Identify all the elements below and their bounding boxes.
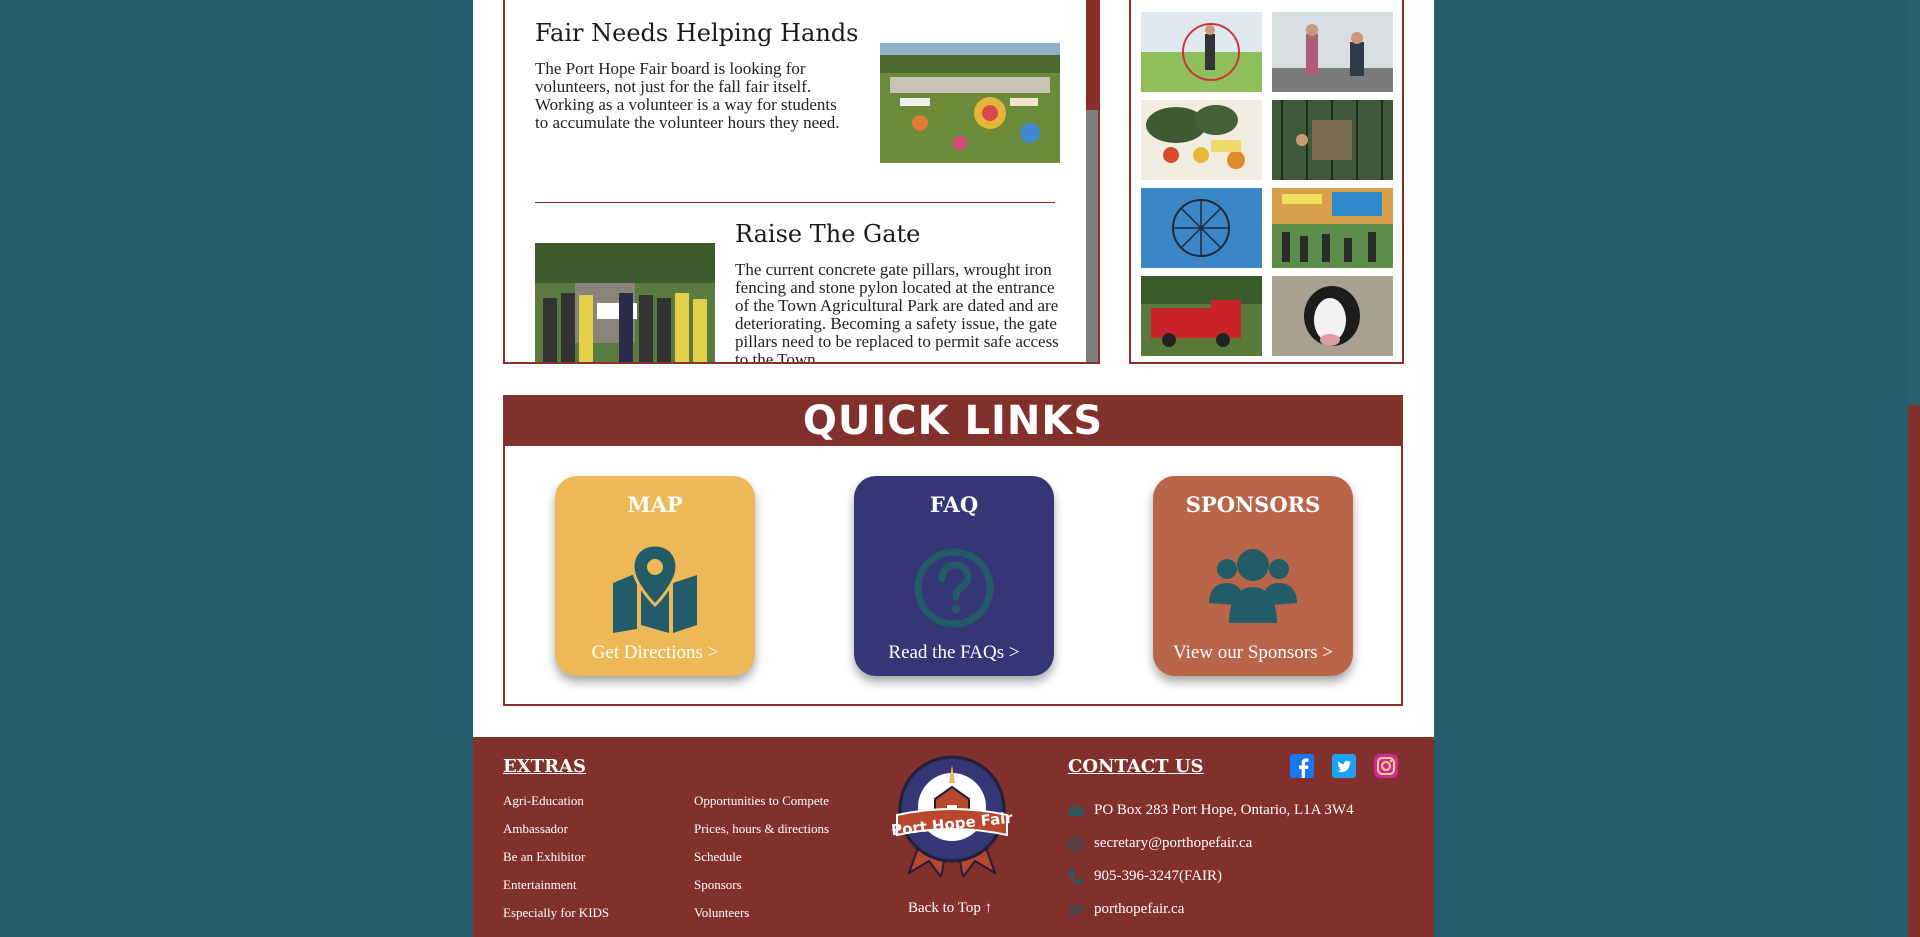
- news-panel: Fair Needs Helping Hands The Port Hope F…: [503, 0, 1100, 364]
- gallery-thumb-band[interactable]: [1272, 12, 1393, 92]
- map-card[interactable]: MAP Get Directions >: [555, 476, 755, 676]
- sponsors-card-title: SPONSORS: [1185, 492, 1321, 517]
- gallery-thumb-cow[interactable]: [1272, 276, 1393, 356]
- facebook-icon[interactable]: [1290, 754, 1314, 778]
- fairground-aerial-photo[interactable]: [880, 43, 1060, 163]
- contact-phone-text[interactable]: 905-396-3247(FAIR): [1094, 868, 1222, 885]
- article-body: The Port Hope Fair board is looking for …: [535, 59, 840, 132]
- article-divider: [535, 202, 1055, 203]
- get-directions-link[interactable]: Get Directions >: [555, 642, 755, 664]
- quick-links-section: QUICK LINKS MAP Get Directions > FAQ Rea…: [503, 395, 1403, 706]
- article-body: The current concrete gate pillars, wroug…: [735, 260, 1059, 364]
- view-sponsors-link[interactable]: View our Sponsors >: [1153, 642, 1353, 664]
- footer-link[interactable]: Entertainment: [503, 877, 577, 893]
- faq-card-title: FAQ: [929, 492, 979, 517]
- news-scrollbar-thumb[interactable]: [1086, 110, 1098, 362]
- quick-links-heading: QUICK LINKS: [505, 397, 1401, 446]
- link-icon: [1068, 902, 1084, 918]
- gallery-thumb-ferris-wheel[interactable]: [1141, 188, 1262, 268]
- back-to-top-link[interactable]: Back to Top ↑: [908, 900, 992, 917]
- at-icon: [1068, 836, 1084, 852]
- article-title[interactable]: Raise The Gate: [735, 220, 920, 248]
- gate-donation-photo[interactable]: [535, 243, 715, 362]
- page-scrollbar[interactable]: [1908, 0, 1920, 937]
- footer-link[interactable]: Volunteers: [694, 905, 749, 921]
- extras-heading: EXTRAS: [503, 756, 587, 777]
- instagram-icon[interactable]: [1374, 754, 1398, 778]
- gallery-thumb-barn-pen[interactable]: [1272, 100, 1393, 180]
- question-circle-icon: [906, 543, 1002, 633]
- page-content: Fair Needs Helping Hands The Port Hope F…: [473, 0, 1434, 937]
- article-title[interactable]: Fair Needs Helping Hands: [535, 19, 859, 47]
- footer-link[interactable]: Be an Exhibitor: [503, 849, 585, 865]
- footer-link[interactable]: Sponsors: [694, 877, 742, 893]
- gallery-thumb-produce[interactable]: [1141, 100, 1262, 180]
- footer-link[interactable]: Agri-Education: [503, 793, 584, 809]
- footer-link[interactable]: Prices, hours & directions: [694, 821, 829, 837]
- twitter-icon[interactable]: [1332, 754, 1356, 778]
- envelope-icon: [1068, 803, 1084, 819]
- site-footer: EXTRAS Agri-Education Ambassador Be an E…: [473, 737, 1434, 937]
- gallery-thumb-hula-hoop[interactable]: [1141, 12, 1262, 92]
- contact-email-text[interactable]: secretary@porthopefair.ca: [1094, 835, 1252, 852]
- footer-link[interactable]: Ambassador: [503, 821, 568, 837]
- photo-gallery: [1129, 0, 1404, 364]
- map-card-title: MAP: [627, 492, 683, 517]
- news-scrollbar[interactable]: [1086, 0, 1098, 362]
- contact-address-text: PO Box 283 Port Hope, Ontario, L1A 3W4: [1094, 802, 1354, 818]
- faq-card[interactable]: FAQ Read the FAQs >: [854, 476, 1054, 676]
- contact-website-text[interactable]: porthopefair.ca: [1094, 901, 1184, 918]
- map-pin-icon: [607, 543, 703, 633]
- gallery-thumb-midway[interactable]: [1272, 188, 1393, 268]
- port-hope-fair-logo[interactable]: Port Hope Fair: [883, 753, 1021, 880]
- news-scrollbar-track: [1086, 0, 1098, 110]
- phone-icon: [1068, 869, 1084, 885]
- page-scrollbar-thumb[interactable]: [1908, 0, 1920, 405]
- footer-link[interactable]: Schedule: [694, 849, 742, 865]
- gallery-thumb-fire-truck[interactable]: [1141, 276, 1262, 356]
- sponsors-card[interactable]: SPONSORS View our Sponsors >: [1153, 476, 1353, 676]
- users-group-icon: [1205, 543, 1301, 633]
- contact-heading: CONTACT US: [1068, 756, 1204, 777]
- footer-link[interactable]: Especially for KIDS: [503, 905, 609, 921]
- read-faqs-link[interactable]: Read the FAQs >: [854, 642, 1054, 664]
- footer-link[interactable]: Opportunities to Compete: [694, 793, 829, 809]
